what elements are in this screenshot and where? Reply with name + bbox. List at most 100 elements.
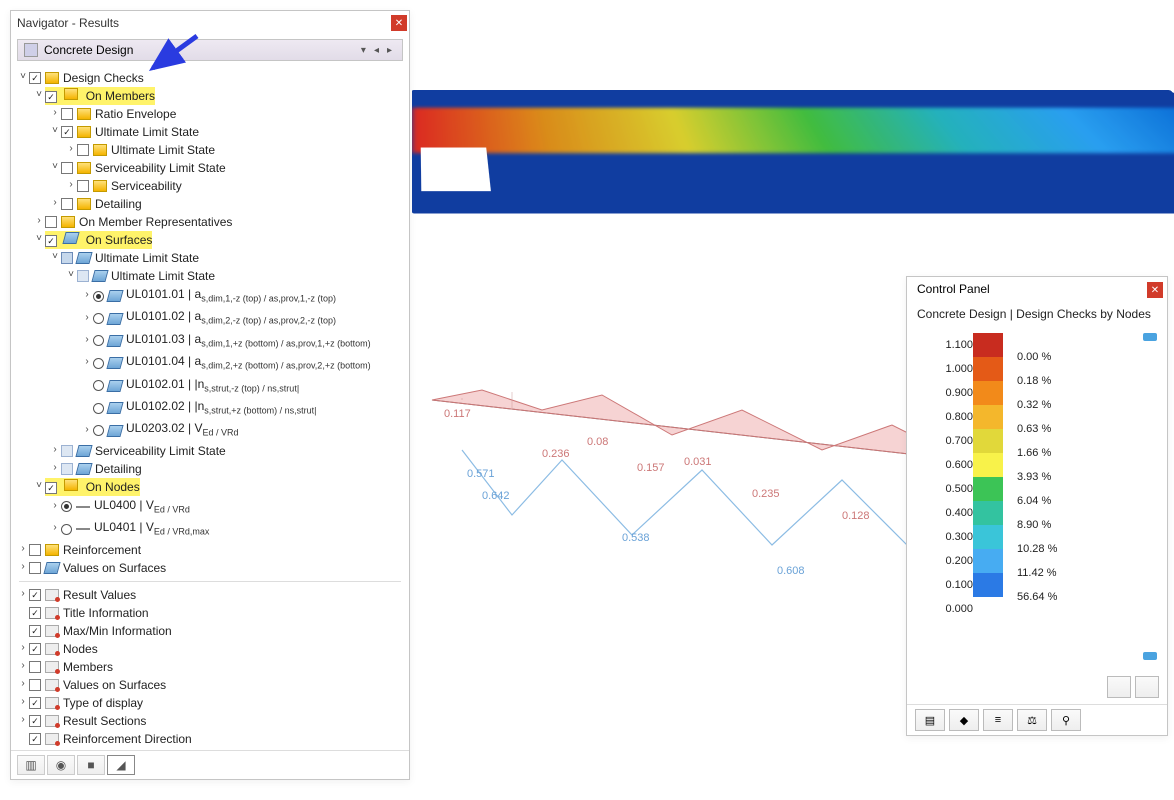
chevron-right-icon[interactable]: ›: [17, 585, 29, 603]
tab-list-icon[interactable]: ≡: [983, 709, 1013, 731]
chevron-down-icon[interactable]: ˅: [33, 477, 45, 495]
tree-item-ul0101-04[interactable]: › UL0101.04 | as,dim,2,+z (bottom) / as,…: [13, 352, 407, 374]
checkbox[interactable]: [77, 144, 89, 156]
tree-item-ul0203-02[interactable]: › UL0203.02 | VEd / VRd: [13, 419, 407, 441]
chevron-right-icon[interactable]: ›: [17, 639, 29, 657]
tree-item-title-info[interactable]: · Title Information: [13, 604, 407, 622]
chevron-right-icon[interactable]: ›: [65, 176, 77, 194]
checkbox[interactable]: [29, 733, 41, 745]
checkbox[interactable]: [29, 72, 41, 84]
checkbox[interactable]: [29, 679, 41, 691]
tab-views-icon[interactable]: ■: [77, 755, 105, 775]
chevron-right-icon[interactable]: ›: [49, 519, 61, 537]
tree-item-detailing-members[interactable]: › Detailing: [13, 195, 407, 213]
tree-item-on-nodes[interactable]: ˅ On Nodes: [13, 478, 407, 496]
checkbox[interactable]: [61, 108, 73, 120]
tree-item-on-member-reps[interactable]: › On Member Representatives: [13, 213, 407, 231]
result-tree[interactable]: ˅ Design Checks ˅ On Members › Ratio Env…: [11, 65, 409, 750]
checkbox[interactable]: [61, 445, 73, 457]
checkbox-indeterminate[interactable]: [61, 252, 73, 264]
tree-item-detailing-surfaces[interactable]: › Detailing: [13, 460, 407, 478]
tree-item-result-sections[interactable]: › Result Sections: [13, 712, 407, 730]
chevron-right-icon[interactable]: ›: [81, 309, 93, 327]
checkbox[interactable]: [29, 562, 41, 574]
slider-handle-bottom[interactable]: [1143, 652, 1157, 660]
tree-item-uls-surfaces-sub[interactable]: ˅ Ultimate Limit State: [13, 267, 407, 285]
checkbox[interactable]: [45, 235, 57, 247]
tree-item-on-surfaces[interactable]: ˅ On Surfaces: [13, 231, 407, 249]
chevron-right-icon[interactable]: ›: [81, 331, 93, 349]
chevron-down-icon[interactable]: ˅: [49, 122, 61, 140]
tree-item-type-display[interactable]: › Type of display: [13, 694, 407, 712]
chevron-down-icon[interactable]: ▾: [357, 45, 370, 56]
tree-item-ul0401[interactable]: › UL0401 | VEd / VRd,max: [13, 518, 407, 540]
checkbox[interactable]: [61, 126, 73, 138]
chevron-right-icon[interactable]: ›: [49, 194, 61, 212]
tree-item-ul0400[interactable]: › UL0400 | VEd / VRd: [13, 496, 407, 518]
radio[interactable]: [93, 403, 104, 414]
checkbox[interactable]: [61, 463, 73, 475]
chevron-right-icon[interactable]: ›: [17, 657, 29, 675]
radio[interactable]: [61, 524, 72, 535]
checkbox[interactable]: [61, 162, 73, 174]
radio[interactable]: [93, 380, 104, 391]
chevron-right-icon[interactable]: ›: [17, 540, 29, 558]
radio[interactable]: [61, 501, 72, 512]
tree-item-design-checks[interactable]: ˅ Design Checks: [13, 69, 407, 87]
chevron-down-icon[interactable]: ˅: [49, 158, 61, 176]
tree-item-result-values[interactable]: › Result Values: [13, 586, 407, 604]
radio[interactable]: [93, 425, 104, 436]
legend-slider-track[interactable]: [1143, 333, 1157, 666]
tree-item-ul0101-01[interactable]: › UL0101.01 | as,dim,1,-z (top) / as,pro…: [13, 285, 407, 307]
tree-item-uls-members[interactable]: ˅ Ultimate Limit State: [13, 123, 407, 141]
close-icon[interactable]: ✕: [1147, 282, 1163, 298]
checkbox[interactable]: [29, 607, 41, 619]
tab-data-icon[interactable]: ▥: [17, 755, 45, 775]
chevron-right-icon[interactable]: ›: [33, 212, 45, 230]
chevron-down-icon[interactable]: ˅: [33, 230, 45, 248]
tab-results-icon[interactable]: ◢: [107, 755, 135, 775]
chevron-right-icon[interactable]: ›: [49, 497, 61, 515]
slider-handle-top[interactable]: [1143, 333, 1157, 341]
radio[interactable]: [93, 335, 104, 346]
tree-item-members[interactable]: › Members: [13, 658, 407, 676]
chevron-right-icon[interactable]: ›: [49, 104, 61, 122]
chevron-right-icon[interactable]: ›: [49, 459, 61, 477]
chevron-down-icon[interactable]: ˅: [65, 266, 77, 284]
tree-item-uls-members-sub[interactable]: › Ultimate Limit State: [13, 141, 407, 159]
chevron-right-icon[interactable]: ›: [81, 353, 93, 371]
checkbox-indeterminate[interactable]: [77, 270, 89, 282]
tree-item-serviceability[interactable]: › Serviceability: [13, 177, 407, 195]
tree-item-ratio-envelope[interactable]: › Ratio Envelope: [13, 105, 407, 123]
navigator-tab-selector[interactable]: Concrete Design ▾ ◂ ▸: [17, 39, 403, 61]
radio[interactable]: [93, 358, 104, 369]
copy-legend-button[interactable]: [1107, 676, 1131, 698]
tab-colorscale-icon[interactable]: ▤: [915, 709, 945, 731]
checkbox[interactable]: [29, 715, 41, 727]
chevron-right-icon[interactable]: ›: [49, 441, 61, 459]
chevron-right-icon[interactable]: ›: [81, 421, 93, 439]
checkbox[interactable]: [29, 643, 41, 655]
tree-item-ul0101-03[interactable]: › UL0101.03 | as,dim,1,+z (bottom) / as,…: [13, 330, 407, 352]
tree-item-maxmin-info[interactable]: · Max/Min Information: [13, 622, 407, 640]
checkbox[interactable]: [29, 697, 41, 709]
chevron-down-icon[interactable]: ˅: [33, 86, 45, 104]
tab-display-icon[interactable]: ◉: [47, 755, 75, 775]
radio[interactable]: [93, 291, 104, 302]
checkbox[interactable]: [77, 180, 89, 192]
tree-item-on-members[interactable]: ˅ On Members: [13, 87, 407, 105]
chevron-down-icon[interactable]: ˅: [49, 248, 61, 266]
tree-item-ul0102-01[interactable]: · UL0102.01 | |ns,strut,-z (top) / ns,st…: [13, 375, 407, 397]
checkbox[interactable]: [45, 91, 57, 103]
chevron-right-icon[interactable]: ›: [81, 286, 93, 304]
close-icon[interactable]: ✕: [391, 15, 407, 31]
checkbox[interactable]: [61, 198, 73, 210]
tree-item-values-surfaces[interactable]: › Values on Surfaces: [13, 559, 407, 577]
chevron-right-icon[interactable]: ›: [17, 693, 29, 711]
chevron-right-icon[interactable]: ›: [65, 140, 77, 158]
tree-item-nodes[interactable]: › Nodes: [13, 640, 407, 658]
tree-item-reinf-dir[interactable]: · Reinforcement Direction: [13, 730, 407, 748]
tree-item-sls-members[interactable]: ˅ Serviceability Limit State: [13, 159, 407, 177]
tree-item-uls-surfaces[interactable]: ˅ Ultimate Limit State: [13, 249, 407, 267]
tab-balance-icon[interactable]: ⚖: [1017, 709, 1047, 731]
